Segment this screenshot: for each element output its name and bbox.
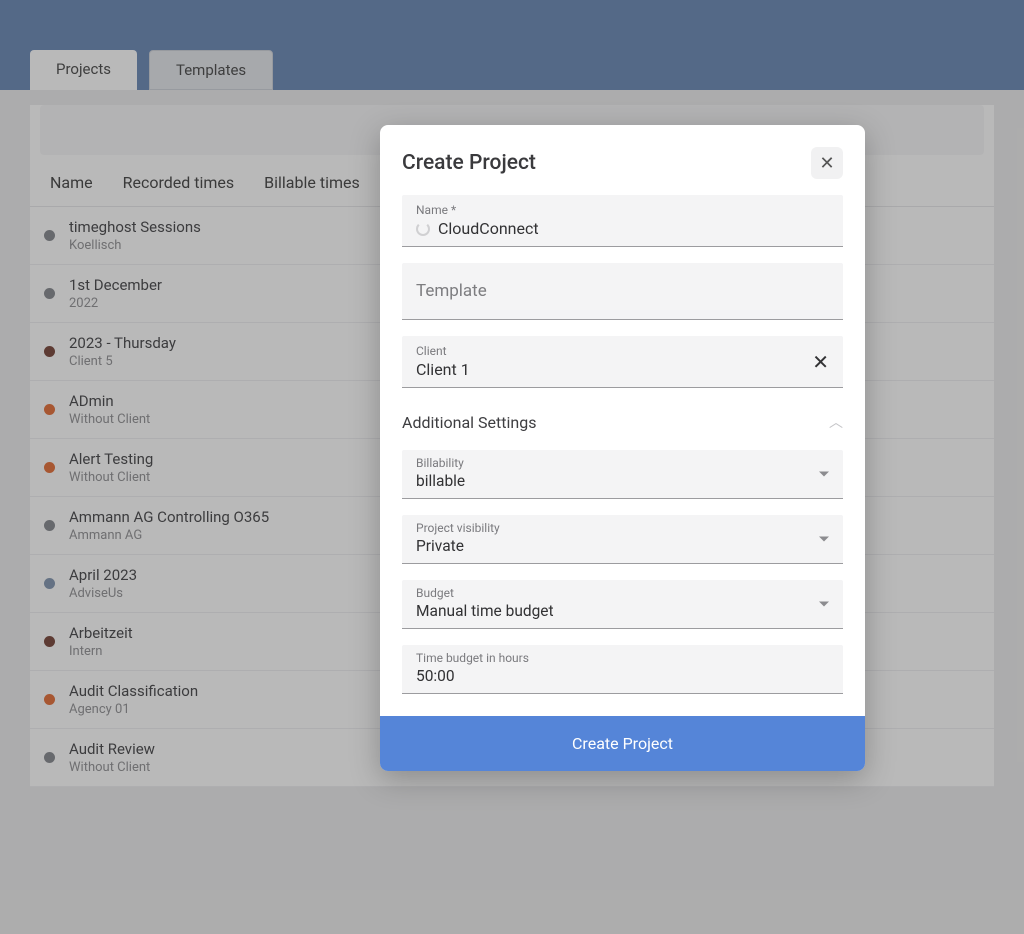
budget-select[interactable]: Budget Manual time budget <box>402 580 843 629</box>
chevron-down-icon <box>819 602 829 607</box>
create-project-modal: Create Project ✕ Name * CloudConnect Tem… <box>380 125 865 771</box>
modal-title: Create Project <box>402 151 536 175</box>
modal-header: Create Project ✕ <box>380 125 865 189</box>
billability-label: Billability <box>416 456 829 470</box>
client-field[interactable]: Client Client 1 ✕ <box>402 336 843 388</box>
client-label: Client <box>416 344 829 358</box>
budget-label: Budget <box>416 586 829 600</box>
chevron-up-icon: ︿ <box>829 412 843 432</box>
billability-value: billable <box>416 470 829 490</box>
visibility-value: Private <box>416 535 829 555</box>
clear-client-button[interactable]: ✕ <box>812 350 829 374</box>
create-project-button[interactable]: Create Project <box>380 716 865 771</box>
chevron-down-icon <box>819 472 829 477</box>
time-budget-value: 50:00 <box>416 665 829 685</box>
name-value: CloudConnect <box>438 219 539 238</box>
billability-select[interactable]: Billability billable <box>402 450 843 499</box>
visibility-label: Project visibility <box>416 521 829 535</box>
name-field[interactable]: Name * CloudConnect <box>402 195 843 247</box>
budget-value: Manual time budget <box>416 600 829 620</box>
modal-body: Name * CloudConnect Template Client Clie… <box>380 189 865 716</box>
template-field[interactable]: Template <box>402 263 843 320</box>
chevron-down-icon <box>819 537 829 542</box>
name-label: Name * <box>416 203 829 217</box>
close-button[interactable]: ✕ <box>811 147 843 179</box>
time-budget-label: Time budget in hours <box>416 651 829 665</box>
additional-settings-label: Additional Settings <box>402 413 536 432</box>
visibility-select[interactable]: Project visibility Private <box>402 515 843 564</box>
additional-settings-toggle[interactable]: Additional Settings ︿ <box>402 404 843 434</box>
close-icon: ✕ <box>819 153 834 174</box>
loading-spinner-icon <box>416 222 430 236</box>
time-budget-field[interactable]: Time budget in hours 50:00 <box>402 645 843 694</box>
client-value: Client 1 <box>416 360 470 379</box>
close-icon: ✕ <box>812 350 829 374</box>
template-placeholder: Template <box>416 281 487 301</box>
